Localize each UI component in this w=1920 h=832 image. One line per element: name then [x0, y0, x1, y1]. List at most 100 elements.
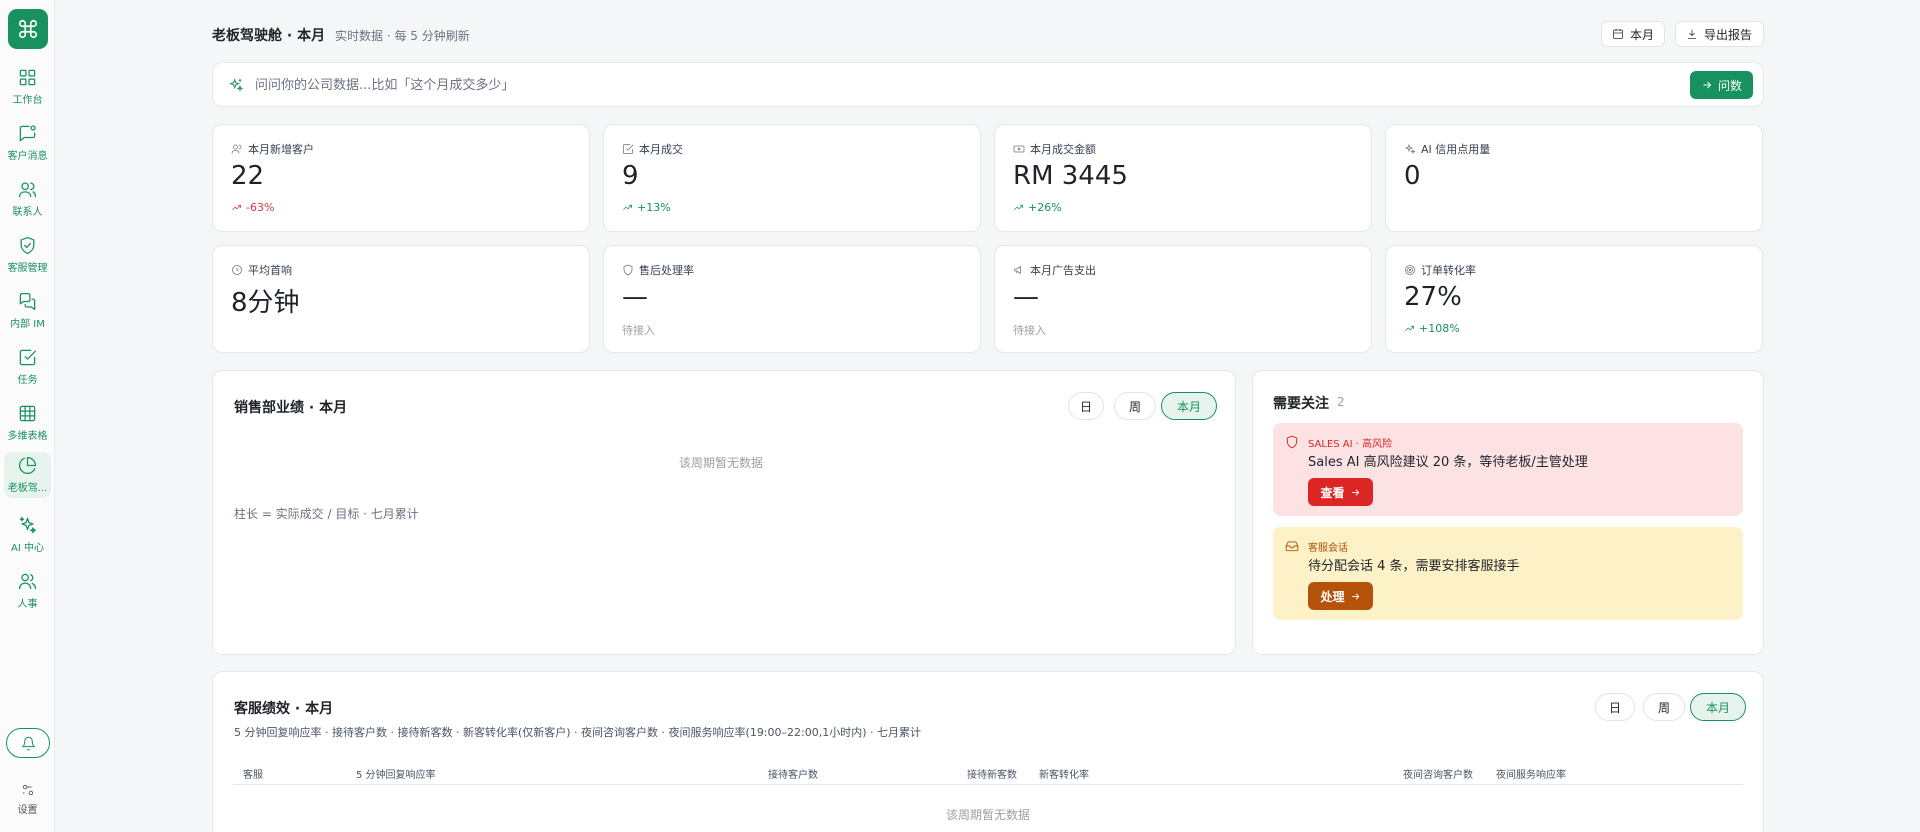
kpi-value: 22 [231, 161, 265, 191]
sidebar-item-contacts[interactable]: 联系人 [4, 176, 51, 222]
tab-week[interactable]: 周 [1643, 693, 1685, 721]
kpi-value: 27% [1404, 282, 1462, 312]
tab-day[interactable]: 日 [1068, 392, 1104, 420]
handle-button[interactable]: 处理 [1308, 582, 1373, 610]
kpi-delta: 待接入 [622, 324, 655, 337]
sidebar-item-tasks[interactable]: 任务 [4, 344, 51, 390]
notifications-button[interactable] [6, 728, 50, 758]
sidebar-item-label: 工作台 [12, 95, 43, 106]
column-header: 新客转化率 [1039, 770, 1089, 781]
grid-icon [19, 69, 36, 86]
settings-label: 设置 [17, 805, 38, 816]
kpi-delta-text: +26% [1028, 201, 1062, 214]
banknote-icon [1013, 145, 1025, 153]
view-button[interactable]: 查看 [1308, 478, 1373, 506]
column-header: 夜间服务响应率 [1496, 770, 1566, 781]
sidebar-item-label: 联系人 [12, 207, 43, 218]
sparkle-icon [228, 77, 244, 93]
sidebar-item-settings[interactable]: 设置 [4, 783, 51, 825]
kpi-card-ai-credits: AI 信用点用量 0 [1385, 124, 1763, 232]
trend-up-icon [1405, 325, 1414, 332]
kpi-delta-text: -63% [246, 201, 275, 214]
sidebar-item-boss-cockpit[interactable]: 老板驾... [4, 452, 51, 498]
kpi-value: 9 [622, 161, 639, 191]
kpi-label-row: 本月广告支出 [1013, 262, 1096, 278]
sidebar-item-label: 任务 [17, 375, 38, 386]
export-button-label: 导出报告 [1704, 27, 1753, 42]
kpi-value: RM 3445 [1013, 161, 1128, 191]
trend-up-icon [1014, 204, 1023, 211]
service-subtitle: 5 分钟回复响应率 · 接待客户数 · 接待新客数 · 新客转化率(仅新客户) … [234, 726, 921, 739]
kpi-label: 订单转化率 [1421, 264, 1476, 277]
kpi-card-first-response: 平均首响 8分钟 [212, 245, 590, 353]
kpi-label: 本月成交金额 [1030, 143, 1096, 156]
sidebar-item-label: 客户消息 [7, 151, 48, 162]
ask-data-input[interactable] [255, 73, 1355, 97]
sidebar-item-label: 人事 [17, 599, 38, 610]
sidebar-item-label: 客服管理 [7, 263, 48, 274]
ask-data-button[interactable]: 问数 [1690, 71, 1753, 99]
alert-text: 待分配会话 4 条，需要安排客服接手 [1308, 559, 1520, 574]
sales-note: 柱长 = 实际成交 / 目标 · 七月累计 [234, 507, 419, 521]
message-icon [19, 125, 36, 142]
megaphone-icon [1014, 265, 1021, 275]
page-subtitle: 实时数据 · 每 5 分钟刷新 [335, 29, 470, 43]
view-button-label: 查看 [1320, 485, 1345, 500]
kpi-label: 本月成交 [639, 143, 683, 156]
sidebar-item-service-mgmt[interactable]: 客服管理 [4, 232, 51, 278]
sidebar-item-ai-center[interactable]: AI 中心 [4, 512, 51, 558]
ask-data-bar: 问数 [212, 62, 1764, 107]
app-logo[interactable] [8, 9, 48, 49]
kpi-delta: 待接入 [1013, 324, 1046, 337]
tab-month[interactable]: 本月 [1161, 392, 1217, 420]
sidebar-item-customer-messages[interactable]: 客户消息 [4, 120, 51, 166]
sidebar-item-hr[interactable]: 人事 [4, 568, 51, 614]
sidebar-item-internal-im[interactable]: 内部 IM [4, 288, 51, 334]
users-icon [231, 144, 242, 154]
column-header: 5 分钟回复响应率 [356, 770, 436, 781]
tab-day[interactable]: 日 [1595, 693, 1635, 721]
pie-chart-icon [18, 456, 37, 475]
ask-button-label: 问数 [1717, 78, 1742, 93]
tab-month[interactable]: 本月 [1690, 693, 1746, 721]
settings-icon [22, 784, 33, 796]
kpi-label-row: 本月成交金额 [1013, 141, 1096, 157]
kpi-label: 平均首响 [248, 264, 292, 277]
period-button-label: 本月 [1630, 27, 1655, 42]
kpi-card-new-customers: 本月新增客户 22 -63% [212, 124, 590, 232]
inbox-icon [1285, 538, 1299, 552]
sidebar-item-label: 内部 IM [10, 319, 45, 330]
chat-icon [19, 292, 36, 311]
column-header: 夜间咨询客户数 [1403, 770, 1473, 781]
sidebar-item-multi-table[interactable]: 多维表格 [4, 400, 51, 446]
download-icon [1688, 29, 1696, 39]
page-title: 老板驾驶舱 · 本月 [212, 28, 326, 44]
sidebar-item-label: 老板驾... [7, 483, 48, 494]
sidebar-item-label: AI 中心 [11, 543, 44, 554]
alert-service-session: 客服会话 待分配会话 4 条，需要安排客服接手 处理 [1273, 527, 1743, 620]
sales-title: 销售部业绩 · 本月 [234, 400, 348, 416]
users-icon [18, 182, 37, 198]
empty-state: 该周期暂无数据 [946, 808, 1031, 822]
people-icon [18, 573, 37, 590]
sales-performance-card: 销售部业绩 · 本月 日 周 本月 该周期暂无数据 柱长 = 实际成交 / 目标… [212, 370, 1236, 655]
kpi-label-row: AI 信用点用量 [1404, 141, 1490, 157]
sidebar: 工作台 客户消息 联系人 客服管理 内部 IM 任务 多维表格 老板驾... A… [0, 0, 55, 832]
column-header: 客服 [243, 770, 263, 781]
column-header: 接待客户数 [768, 770, 818, 781]
alert-sales-ai: SALES AI · 高风险 Sales AI 高风险建议 20 条，等待老板/… [1273, 423, 1743, 516]
tab-week[interactable]: 周 [1114, 392, 1156, 420]
kpi-card-order-conversion: 订单转化率 27% +108% [1385, 245, 1763, 353]
period-button[interactable]: 本月 [1601, 21, 1665, 47]
export-report-button[interactable]: 导出报告 [1675, 21, 1764, 47]
alert-tag: 客服会话 [1308, 543, 1348, 554]
sidebar-item-workbench[interactable]: 工作台 [4, 64, 51, 110]
alert-tag: SALES AI · 高风险 [1308, 439, 1393, 450]
kpi-delta: -63% [231, 201, 274, 214]
shield-icon [623, 264, 633, 276]
kpi-label-row: 订单转化率 [1404, 262, 1476, 278]
calendar-icon [1613, 29, 1623, 39]
arrow-right-icon [1351, 488, 1359, 496]
kpi-label: 售后处理率 [639, 264, 694, 277]
empty-state: 该周期暂无数据 [679, 456, 764, 470]
